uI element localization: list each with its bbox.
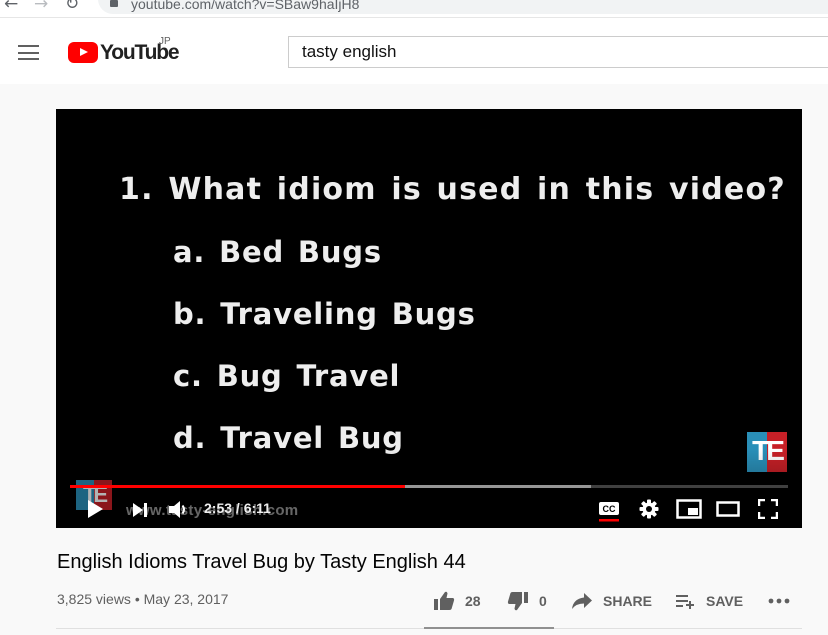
dislike-button[interactable]: 0 <box>507 588 547 614</box>
quiz-option-b: b. Traveling Bugs <box>173 297 476 331</box>
logo-region-code: JP <box>159 36 171 47</box>
svg-text:CC: CC <box>603 504 616 514</box>
dislike-count: 0 <box>539 593 547 609</box>
progress-played <box>70 485 405 488</box>
more-actions-button[interactable] <box>768 588 790 614</box>
sentiment-bar <box>424 627 554 629</box>
like-button[interactable]: 28 <box>433 588 481 614</box>
settings-icon[interactable] <box>639 499 659 519</box>
progress-bar[interactable] <box>70 485 788 488</box>
address-bar[interactable]: youtube.com/watch?v=SBaw9haIjH8 <box>98 0 828 14</box>
back-icon[interactable]: ← <box>4 0 18 14</box>
quiz-option-a: a. Bed Bugs <box>173 235 382 269</box>
save-label: SAVE <box>706 593 744 609</box>
masthead: YouTube JP <box>0 17 828 84</box>
video-meta: 3,825 views • May 23, 2017 <box>57 591 229 607</box>
time-display: 2:53 / 6:11 <box>204 500 271 516</box>
thumbs-down-icon <box>507 592 528 611</box>
video-player[interactable]: 1. What idiom is used in this video? a. … <box>56 109 802 528</box>
more-icon <box>768 598 790 604</box>
play-icon[interactable] <box>86 499 104 519</box>
thumbs-up-icon <box>434 591 455 610</box>
quiz-option-c: c. Bug Travel <box>173 359 401 393</box>
menu-icon[interactable] <box>18 45 39 60</box>
captions-icon[interactable]: CC <box>598 500 620 522</box>
url-text[interactable]: youtube.com/watch?v=SBaw9haIjH8 <box>131 0 359 12</box>
forward-icon[interactable]: → <box>34 0 48 14</box>
youtube-play-logo-icon <box>68 42 98 63</box>
browser-toolbar: ← → ↻ youtube.com/watch?v=SBaw9haIjH8 <box>0 0 828 17</box>
search-input[interactable] <box>288 36 828 68</box>
save-playlist-icon <box>676 595 694 609</box>
share-label: SHARE <box>603 593 653 609</box>
like-count: 28 <box>465 593 481 609</box>
next-icon[interactable] <box>132 502 148 518</box>
save-button[interactable]: SAVE <box>676 588 743 614</box>
quiz-question: 1. What idiom is used in this video? <box>119 172 786 207</box>
video-title: English Idioms Travel Bug by Tasty Engli… <box>57 551 466 573</box>
miniplayer-icon[interactable] <box>676 499 702 519</box>
share-icon <box>572 593 592 609</box>
share-button[interactable]: SHARE <box>571 588 652 614</box>
fullscreen-icon[interactable] <box>758 499 778 519</box>
volume-icon[interactable] <box>168 500 188 519</box>
theater-icon[interactable] <box>716 501 740 517</box>
reload-icon[interactable]: ↻ <box>65 0 79 14</box>
lock-icon <box>110 0 118 7</box>
